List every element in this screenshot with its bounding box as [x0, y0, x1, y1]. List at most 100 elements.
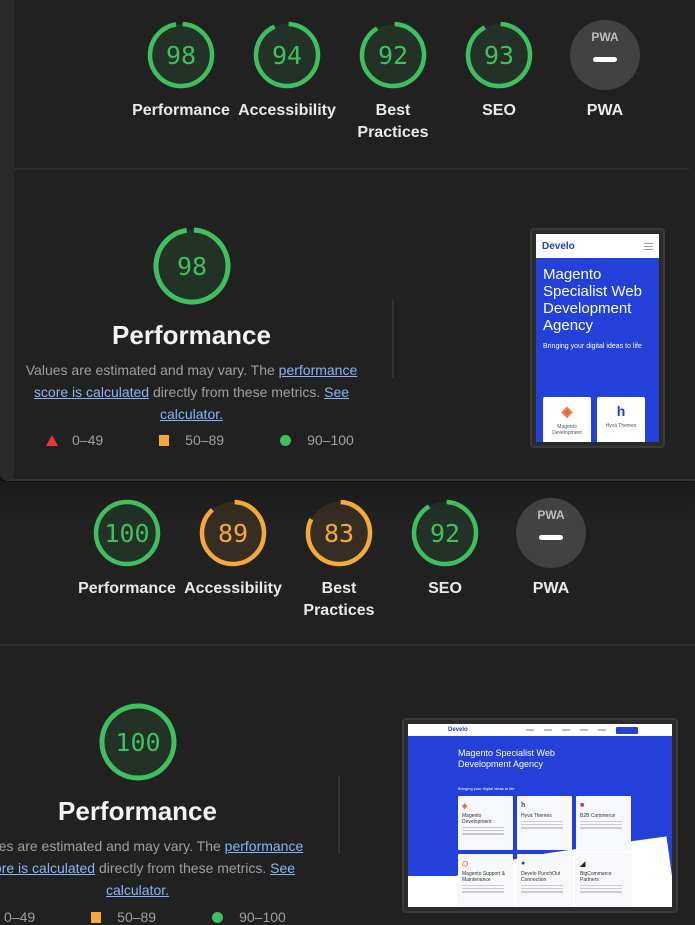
nav-item — [543, 729, 552, 731]
gauge-circle: 92 — [411, 499, 479, 567]
gauge-score: 93 — [484, 41, 514, 70]
site-header: Develo — [536, 234, 659, 258]
fail-triangle-icon — [46, 434, 58, 446]
gauge-label: Best Practices — [357, 102, 429, 141]
gauge-circle: 98 — [147, 21, 215, 89]
final-screenshot-frame[interactable]: Develo Magento Specialist Web Developmen… — [402, 718, 678, 913]
gauge-circle: 83 — [305, 499, 373, 567]
gauge-label: Accessibility — [238, 102, 336, 119]
gauge-seo[interactable]: 92 SEO — [392, 498, 498, 622]
gauge-circle: PWA — [570, 20, 640, 90]
nav-item — [561, 729, 570, 731]
score-legend: 0–49 50–89 90–100 — [46, 432, 354, 448]
gauge-performance-main[interactable]: 100 — [85, 702, 191, 782]
legend-range: 50–89 — [117, 909, 157, 925]
text-line — [580, 824, 623, 826]
performance-description: Values are estimated and may vary. The p… — [12, 359, 372, 425]
hyva-icon: h — [521, 802, 526, 809]
legend-range: 90–100 — [239, 909, 286, 925]
b2b-icon: ■ — [580, 802, 585, 809]
text-line — [462, 888, 505, 890]
final-screenshot-frame[interactable]: Develo Magento Specialist Web Developmen… — [530, 228, 665, 448]
gauge-circle: 98 — [153, 227, 230, 305]
service-card: ◢ BigCommerce Partners — [576, 854, 631, 907]
gauge-circle: PWA — [516, 498, 586, 568]
magento-icon: ◈ — [462, 803, 468, 810]
dash-icon — [539, 535, 563, 540]
gauge-performance[interactable]: 100 Performance — [74, 498, 180, 622]
divider — [0, 644, 695, 646]
punchout-icon: ● — [521, 860, 526, 867]
service-card-title: Magento Support & Maintenance — [462, 871, 506, 883]
text-line — [521, 891, 564, 893]
vertical-divider — [338, 776, 340, 854]
pass-circle-icon — [280, 434, 292, 446]
gauge-score: 98 — [176, 252, 206, 281]
text-line — [521, 827, 564, 829]
score-legend: 0–49 50–89 90–100 — [0, 909, 286, 925]
legend-item-circle: 90–100 — [280, 432, 354, 448]
gauge-best-practices[interactable]: 83 Best Practices — [286, 498, 392, 622]
bigcommerce-icon: ◢ — [580, 861, 586, 868]
gauge-best-practices[interactable]: 92 Best Practices — [340, 20, 446, 144]
text-line — [462, 830, 505, 832]
legend-range: 90–100 — [307, 432, 354, 448]
magento-icon: ◈ — [561, 403, 573, 419]
gauge-score: 83 — [324, 519, 354, 548]
site-header: Develo — [408, 724, 672, 736]
gauge-circle: 89 — [199, 499, 267, 567]
average-square-icon — [91, 911, 102, 923]
gauge-circle: 93 — [465, 21, 533, 89]
report-panel-desktop: 100 Performance 89 Accessibility 83 Best Prac… — [0, 482, 695, 925]
service-card-label: Magento Development — [552, 424, 582, 436]
hamburger-menu-icon — [644, 242, 653, 250]
gauge-performance-main[interactable]: 98 — [139, 226, 245, 306]
gauge-score: 94 — [272, 41, 302, 70]
service-card-title: Hyvä Themes — [521, 813, 552, 819]
site-nav — [525, 729, 606, 731]
gauge-seo[interactable]: 93 SEO — [446, 20, 552, 144]
text-line — [521, 824, 564, 826]
service-card-title: BigCommerce Partners — [580, 871, 612, 883]
service-card: ■ B2B Commerce — [576, 796, 631, 850]
gauge-score: 92 — [430, 519, 460, 548]
category-gauges: 100 Performance 89 Accessibility 83 Best Prac… — [74, 498, 604, 622]
text-line — [580, 827, 623, 829]
average-square-icon — [159, 434, 170, 446]
text-line — [462, 885, 505, 887]
service-card: h Hyvä Themes — [597, 397, 645, 442]
gauge-performance[interactable]: 98 Performance — [128, 20, 234, 144]
gauge-pwa[interactable]: PWA PWA — [552, 20, 658, 144]
gauge-score: 92 — [378, 41, 408, 70]
gauge-accessibility[interactable]: 89 Accessibility — [180, 498, 286, 622]
service-cards: ◈ Magento Development h Hyvä Themes — [543, 397, 645, 442]
legend-range: 0–49 — [72, 432, 104, 448]
description-text: directly from these metrics. — [149, 384, 325, 400]
gauge-label: SEO — [482, 102, 516, 119]
gauge-pwa[interactable]: PWA PWA — [498, 498, 604, 622]
divider — [14, 168, 689, 170]
service-card-title: Magento Development — [462, 813, 492, 825]
gauge-label: PWA — [586, 102, 624, 119]
text-line — [521, 888, 564, 890]
gauge-label: Best Practices — [303, 580, 375, 619]
text-line — [521, 821, 564, 823]
hero-subtitle: Bringing your digital ideas to life — [543, 343, 642, 350]
performance-title: Performance — [58, 796, 217, 826]
text-line — [580, 821, 623, 823]
gauge-label: SEO — [428, 580, 462, 597]
gauge-label: PWA — [532, 580, 570, 597]
gauge-circle: 100 — [99, 703, 176, 781]
service-card-label: Hyvä Themes — [605, 423, 637, 429]
category-gauges: 98 Performance 94 Accessibility 92 Best Pract… — [128, 20, 658, 144]
gauge-accessibility[interactable]: 94 Accessibility — [234, 20, 340, 144]
description-text: Values are estimated and may vary. The — [0, 838, 221, 854]
pwa-icon: PWA — [591, 30, 619, 44]
performance-summary: 100 Performance Values are estimated and m… — [0, 702, 355, 901]
text-line — [462, 891, 505, 893]
gauge-score: 89 — [218, 519, 248, 548]
nav-item — [525, 729, 534, 731]
text-line — [580, 885, 623, 887]
text-line — [521, 885, 564, 887]
description-text: Values are estimated and may vary. The — [25, 362, 279, 378]
